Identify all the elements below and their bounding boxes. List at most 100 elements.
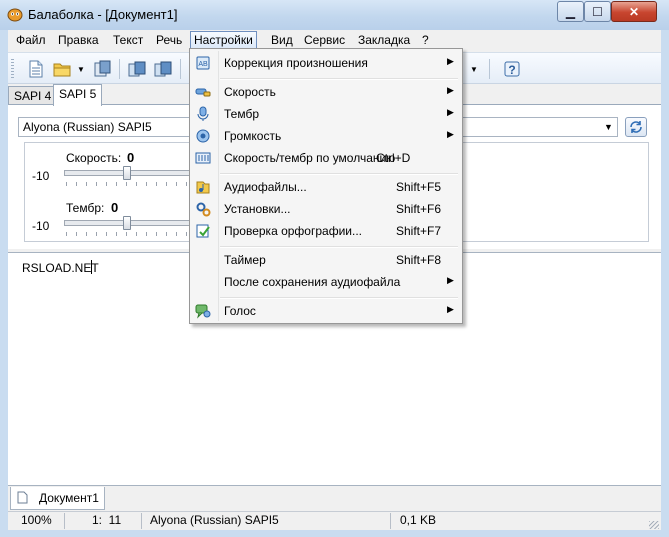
status-separator [64, 513, 65, 529]
menu-item-after-save[interactable]: После сохранения аудиофайла ▶ [192, 271, 460, 293]
menu-edit[interactable]: Правка [57, 32, 100, 48]
menu-item-shortcut: Shift+F8 [396, 253, 442, 267]
menu-separator [220, 297, 458, 299]
menu-item-default-speed-pitch[interactable]: Скорость/тембр по умолчанию Ctrl+D [192, 147, 460, 169]
document-icon [17, 491, 28, 504]
menu-item-spellcheck[interactable]: Проверка орфографии... Shift+F7 [192, 220, 460, 242]
pitch-min-label: -10 [32, 219, 50, 233]
toolbar-grip[interactable] [11, 59, 14, 79]
audio-files-icon [196, 181, 210, 194]
microphone-icon [197, 106, 209, 121]
open-folder-icon[interactable] [52, 59, 72, 79]
submenu-arrow-icon: ▶ [447, 129, 454, 139]
submenu-arrow-icon: ▶ [447, 304, 454, 314]
menu-separator [220, 173, 458, 175]
menu-item-label: Коррекция произношения [224, 56, 368, 70]
menu-settings[interactable]: Настройки [190, 31, 257, 49]
settings-menu: AB Коррекция произношения ▶ Скорость ▶ Т… [189, 48, 463, 324]
document-tab[interactable]: Документ1 [10, 487, 105, 510]
window-title: Балаболка - [Документ1] [28, 7, 178, 22]
menu-file[interactable]: Файл [15, 32, 47, 48]
menu-separator [220, 246, 458, 248]
copy-audio-icon[interactable] [127, 59, 147, 79]
speed-icon [195, 88, 211, 97]
menu-item-pronunciation[interactable]: AB Коррекция произношения ▶ [192, 52, 460, 74]
menu-item-label: Аудиофайлы... [224, 180, 307, 194]
help-icon[interactable]: ? [502, 59, 522, 79]
menu-item-label: Скорость/тембр по умолчанию [224, 151, 396, 165]
menu-item-volume[interactable]: Громкость ▶ [192, 125, 460, 147]
menu-item-shortcut: Shift+F6 [396, 202, 442, 216]
speed-slider-thumb[interactable] [122, 166, 131, 180]
resize-grip[interactable] [649, 521, 659, 529]
svg-text:AB: AB [198, 61, 208, 68]
tab-sapi5[interactable]: SAPI 5 [53, 84, 103, 106]
refresh-voices-button[interactable] [625, 117, 647, 137]
pitch-label: Тембр: [66, 201, 105, 215]
menu-bar: Файл Правка Текст Речь Настройки Вид Сер… [8, 30, 661, 50]
menu-speech[interactable]: Речь [155, 32, 183, 48]
pitch-slider-ticks [66, 232, 189, 236]
status-size: 0,1 KB [400, 513, 437, 527]
status-zoom: 100% [21, 513, 52, 527]
menu-item-label: Таймер [224, 253, 266, 267]
menu-item-voice[interactable]: Голос ▶ [192, 300, 460, 322]
menu-item-shortcut: Shift+F5 [396, 180, 442, 194]
menu-item-label: Голос [224, 304, 256, 318]
status-separator [390, 513, 391, 529]
minimize-button[interactable]: ▁ [557, 1, 584, 22]
open-dropdown-icon[interactable]: ▼ [77, 65, 85, 74]
speed-value: 0 [127, 150, 135, 165]
settings-icon [196, 202, 211, 217]
menu-view[interactable]: Вид [270, 32, 294, 48]
menu-item-label: Громкость [224, 129, 282, 143]
new-document-icon[interactable] [26, 59, 46, 79]
menu-item-label: Скорость [224, 85, 276, 99]
refresh-icon [630, 121, 642, 133]
menu-item-label: После сохранения аудиофайла [224, 275, 401, 289]
speed-slider-ticks [66, 182, 189, 186]
paste-audio-icon[interactable] [153, 59, 173, 79]
menu-item-label: Тембр [224, 107, 259, 121]
voice-icon [195, 304, 211, 319]
status-voice: Alyona (Russian) SAPI5 [150, 513, 279, 527]
colors-dropdown-icon[interactable]: ▼ [470, 65, 478, 74]
menu-item-pitch[interactable]: Тембр ▶ [192, 103, 460, 125]
menu-item-speed[interactable]: Скорость ▶ [192, 81, 460, 103]
menu-item-label: Проверка орфографии... [224, 224, 362, 238]
menu-separator [220, 78, 458, 80]
editor-text: RSLOAD.NET [22, 261, 99, 275]
close-button[interactable]: ✕ [611, 1, 657, 22]
menu-bookmark[interactable]: Закладка [357, 32, 411, 48]
minimize-icon: ▁ [565, 4, 576, 19]
speed-min-label: -10 [32, 169, 50, 183]
spellcheck-icon [196, 224, 210, 238]
menu-service[interactable]: Сервис [303, 32, 346, 48]
menu-item-audio-files[interactable]: Аудиофайлы... Shift+F5 [192, 176, 460, 198]
pitch-value: 0 [111, 200, 119, 215]
status-separator [141, 513, 142, 529]
toolbar-separator [180, 59, 181, 79]
submenu-arrow-icon: ▶ [447, 56, 454, 66]
menu-text[interactable]: Текст [112, 32, 144, 48]
chevron-down-icon: ▼ [604, 122, 613, 132]
status-position: 1: 11 [92, 513, 122, 527]
submenu-arrow-icon: ▶ [447, 85, 454, 95]
close-icon: ✕ [628, 4, 640, 19]
menu-item-label: Установки... [224, 202, 291, 216]
menu-help[interactable]: ? [421, 32, 430, 48]
tab-sapi4[interactable]: SAPI 4 [8, 86, 58, 105]
pitch-slider-thumb[interactable] [122, 216, 131, 230]
maximize-button[interactable]: ☐ [584, 1, 611, 22]
speed-label: Скорость: [66, 151, 122, 165]
equalizer-icon [195, 152, 211, 164]
toolbar-separator [489, 59, 490, 79]
title-bar[interactable]: Балаболка - [Документ1] ▁ ☐ ✕ [0, 0, 669, 30]
menu-item-shortcut: Shift+F7 [396, 224, 442, 238]
document-tab-label: Документ1 [39, 491, 99, 505]
menu-item-timer[interactable]: Таймер Shift+F8 [192, 249, 460, 271]
menu-item-options[interactable]: Установки... Shift+F6 [192, 198, 460, 220]
maximize-icon: ☐ [592, 4, 603, 19]
toolbar-separator [119, 59, 120, 79]
save-audio-icon[interactable] [92, 59, 112, 79]
